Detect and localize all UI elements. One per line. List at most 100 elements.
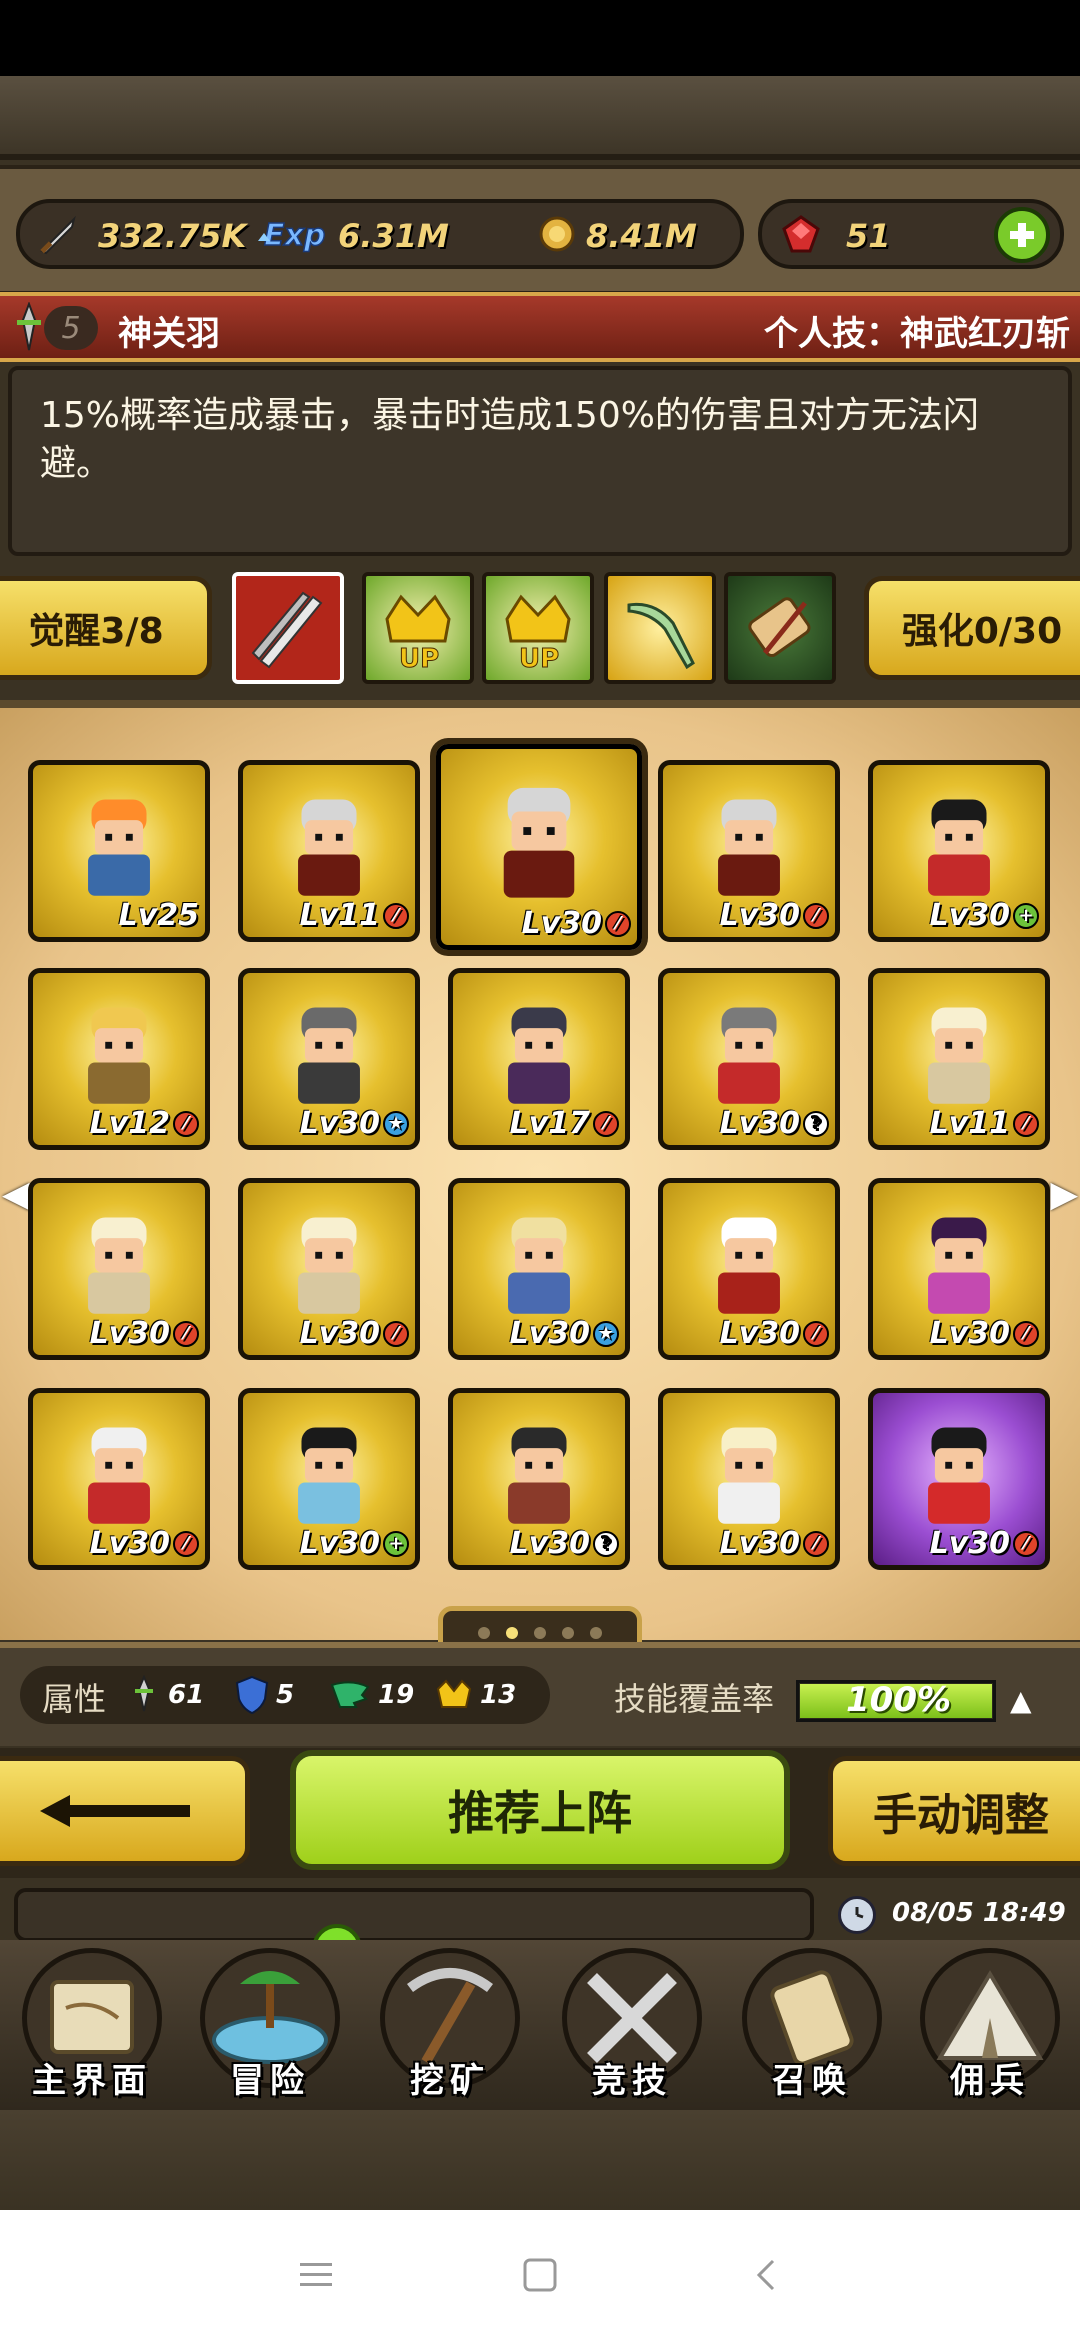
hero-card[interactable]: Lv30 ⁄ — [28, 1178, 210, 1360]
hero-card[interactable]: Lv30 ⁄ — [658, 1388, 840, 1570]
nav-label: 佣兵 — [950, 2061, 1030, 2101]
collapse-icon[interactable]: ▲ — [1010, 1684, 1032, 1717]
chevron-right-icon[interactable]: ▶ — [1050, 1174, 1078, 1215]
hero-card[interactable]: Lv30 ⁄ — [868, 1388, 1050, 1570]
hero-card[interactable]: Lv11 ⁄ — [868, 968, 1050, 1150]
hero-card[interactable]: Lv30 ⁄ — [436, 744, 642, 950]
gem-value: 51 — [846, 217, 891, 255]
stats-label: 属性 — [42, 1680, 107, 1718]
hero-level: Lv30 ⁄ — [930, 1316, 1039, 1351]
hero-portrait — [298, 799, 360, 896]
nav-item-3[interactable]: 挖矿 — [370, 1948, 530, 2108]
svg-text:UP: UP — [399, 644, 439, 673]
sword-stat-icon — [124, 1674, 164, 1716]
red-badge-icon: ⁄ — [173, 1320, 199, 1347]
hero-level: Lv30? — [510, 1526, 619, 1561]
hero-level: Lv12 ⁄ — [90, 1106, 199, 1141]
arrow-left-icon — [40, 1795, 190, 1827]
hero-card[interactable]: Lv30? — [448, 1388, 630, 1570]
home-icon[interactable] — [510, 2250, 570, 2300]
hero-portrait — [88, 1427, 150, 1524]
skill-description: 15%概率造成暴击，暴击时造成150%的伤害且对方无法闪避。 — [40, 395, 979, 484]
hero-card[interactable]: Lv25 — [28, 760, 210, 942]
hero-card[interactable]: Lv17 ⁄ — [448, 968, 630, 1150]
hero-level-text: Lv25 — [118, 898, 199, 933]
hero-level-text: Lv30 — [929, 1526, 1010, 1561]
hero-portrait — [928, 1217, 990, 1314]
back-button[interactable] — [0, 1756, 250, 1866]
ruby-icon — [776, 209, 826, 259]
hero-level-text: Lv30 — [719, 1316, 800, 1351]
hero-level: Lv30 ⁄ — [90, 1316, 199, 1351]
hero-card[interactable]: Lv30? — [658, 968, 840, 1150]
chevron-left-icon[interactable]: ◀ — [2, 1174, 30, 1215]
hero-name: 神关羽 — [118, 314, 220, 354]
recommend-label: 推荐上阵 — [448, 1786, 632, 1840]
skill-slot-3[interactable]: UP — [482, 572, 594, 684]
nav-item-4[interactable]: 竞技 — [552, 1948, 712, 2108]
skill-slot-5[interactable] — [724, 572, 836, 684]
nav-item-5[interactable]: 召唤 — [732, 1948, 892, 2108]
crown-icon — [432, 1674, 476, 1716]
recommend-button[interactable]: 推荐上阵 — [290, 1750, 790, 1870]
red-badge-icon: ⁄ — [605, 910, 631, 937]
hero-level-text: Lv30 — [929, 898, 1010, 933]
coverage-label: 技能覆盖率 — [614, 1680, 775, 1718]
hero-card[interactable]: Lv30 ⁄ — [868, 1178, 1050, 1360]
awaken-button[interactable]: 觉醒3/8 — [0, 576, 212, 680]
nav-label: 竞技 — [592, 2061, 672, 2101]
wing-icon — [326, 1674, 374, 1716]
hero-portrait — [88, 799, 150, 896]
nav-item-6[interactable]: 佣兵 — [910, 1948, 1070, 2108]
back-icon[interactable] — [736, 2250, 796, 2300]
hero-level: Lv30 ⁄ — [720, 1316, 829, 1351]
hero-card[interactable]: Lv30 + — [868, 760, 1050, 942]
skill-description-panel: 15%概率造成暴击，暴击时造成150%的伤害且对方无法闪避。 — [8, 366, 1072, 556]
nav-item-1[interactable]: 主界面 — [12, 1948, 172, 2108]
manual-adjust-button[interactable]: 手动调整 — [828, 1756, 1080, 1866]
hero-level-text: Lv30 — [89, 1526, 170, 1561]
hero-skill-title: 个人技：神武红刃斩 — [764, 314, 1070, 354]
gold-value: 8.41M — [586, 217, 697, 255]
nav-item-2[interactable]: 冒险 — [190, 1948, 350, 2108]
hero-card[interactable]: Lv30 ⁄ — [238, 1178, 420, 1360]
add-gems-button[interactable] — [994, 207, 1050, 263]
page-dot — [562, 1627, 574, 1639]
skill-slot-1[interactable] — [232, 572, 344, 684]
hero-portrait — [508, 1427, 570, 1524]
nav-label: 召唤 — [772, 2061, 852, 2101]
hero-card[interactable]: Lv12 ⁄ — [28, 968, 210, 1150]
hero-level: Lv30 ⁄ — [720, 1526, 829, 1561]
red-badge-icon: ⁄ — [1013, 1530, 1039, 1557]
hero-level: Lv30 ⁄ — [522, 906, 631, 941]
hero-level: Lv30 ★ — [510, 1316, 619, 1351]
red-badge-icon: ⁄ — [383, 902, 409, 929]
hero-card[interactable]: Lv30 + — [238, 1388, 420, 1570]
attack-value: 332.75K — [98, 217, 247, 255]
hero-portrait — [928, 799, 990, 896]
hero-card[interactable]: Lv11 ⁄ — [238, 760, 420, 942]
hero-card[interactable]: Lv30 ⁄ — [658, 760, 840, 942]
hero-portrait — [508, 1007, 570, 1104]
hero-card[interactable]: Lv30 ⁄ — [28, 1388, 210, 1570]
hero-title-bar: 5 神关羽 个人技：神武红刃斩 — [0, 292, 1080, 362]
hero-level-text: Lv30 — [521, 906, 602, 941]
system-nav-bar — [0, 2210, 1080, 2340]
menu-icon[interactable] — [286, 2250, 346, 2300]
skill-slot-4[interactable] — [604, 572, 716, 684]
glaive-icon — [627, 602, 695, 670]
exp-value: 6.31M — [338, 217, 449, 255]
wing-stat-value: 19 — [378, 1680, 415, 1710]
red-badge-icon: ⁄ — [803, 902, 829, 929]
hero-level: Lv30 ⁄ — [90, 1526, 199, 1561]
hero-card[interactable]: Lv30 ★ — [448, 1178, 630, 1360]
hero-level: Lv30 ★ — [300, 1106, 409, 1141]
svg-text:UP: UP — [519, 644, 559, 673]
chat-bar[interactable] — [14, 1888, 814, 1942]
hero-portrait — [503, 788, 575, 898]
skill-slot-2[interactable]: UP — [362, 572, 474, 684]
hero-card[interactable]: Lv30 ★ — [238, 968, 420, 1150]
hero-level: Lv11 ⁄ — [930, 1106, 1039, 1141]
hero-card[interactable]: Lv30 ⁄ — [658, 1178, 840, 1360]
enhance-button[interactable]: 强化0/30 — [864, 576, 1080, 680]
